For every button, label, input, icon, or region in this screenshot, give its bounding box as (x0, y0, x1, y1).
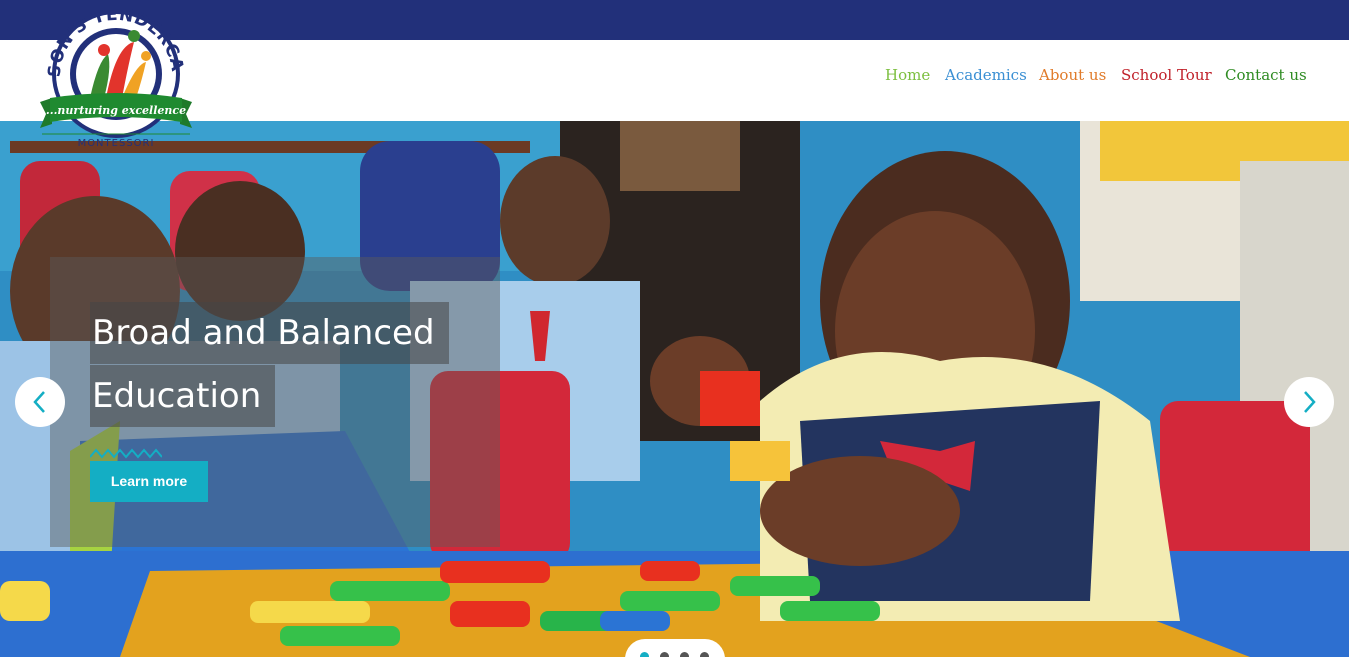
logo-subtitle: MONTESSORI (78, 138, 155, 149)
chevron-left-icon (33, 391, 45, 413)
main-nav: Home Academics About us School Tour Cont… (0, 66, 1349, 88)
school-logo[interactable]: JASON'S TENDERCARE ...nurturing excellen… (31, 0, 194, 152)
slide-title-line-1: Broad and Balanced (90, 302, 449, 364)
nav-about-us[interactable]: About us (1039, 66, 1106, 84)
zigzag-divider-icon (90, 448, 162, 459)
nav-contact-us[interactable]: Contact us (1225, 66, 1307, 84)
slider-next-button[interactable] (1284, 377, 1334, 427)
slider-pagination (625, 639, 725, 657)
slider-dot-4[interactable] (700, 652, 709, 657)
top-bar (0, 0, 1349, 40)
slider-dot-1[interactable] (640, 652, 649, 657)
slider-prev-button[interactable] (15, 377, 65, 427)
learn-more-button[interactable]: Learn more (90, 461, 208, 502)
slide-title-line-2: Education (90, 365, 276, 427)
nav-school-tour[interactable]: School Tour (1121, 66, 1212, 84)
site-header: Home Academics About us School Tour Cont… (0, 40, 1349, 121)
logo-tagline: ...nurturing excellence (46, 104, 186, 117)
nav-academics[interactable]: Academics (945, 66, 1027, 84)
chevron-right-icon (1304, 391, 1316, 413)
slider-dot-2[interactable] (660, 652, 669, 657)
hero-slider: Broad and Balanced Education Learn more (0, 121, 1349, 657)
nav-home[interactable]: Home (885, 66, 930, 84)
slider-dot-3[interactable] (680, 652, 689, 657)
